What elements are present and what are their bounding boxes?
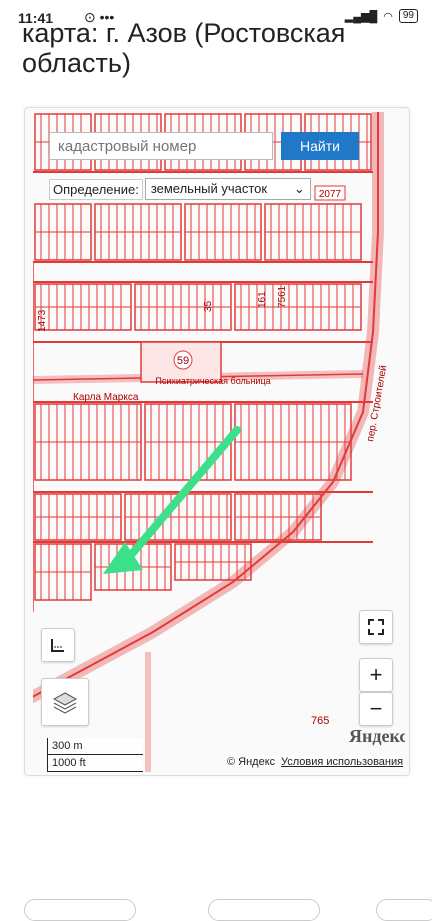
layers-icon <box>52 692 78 714</box>
num-161-label: 161 <box>257 291 268 308</box>
num-765-label: 765 <box>311 715 329 727</box>
definition-label: Определение: <box>49 178 143 200</box>
num-1473-label: 1473 <box>37 309 48 332</box>
fullscreen-icon <box>368 619 384 635</box>
copyright-text: © Яндекс <box>225 756 278 768</box>
scale-imperial: 1000 ft <box>47 755 143 772</box>
layers-button[interactable] <box>41 678 89 726</box>
chevron-down-icon: ⌄ <box>293 181 305 196</box>
street-marksa-label: Карла Маркса <box>73 392 139 403</box>
fullscreen-button[interactable] <box>359 610 393 644</box>
zoom-out-button[interactable]: − <box>359 692 393 726</box>
cadastral-map[interactable]: 59 Психиатрическая больница Карла Маркса… <box>33 112 405 772</box>
bottom-tab-middle[interactable] <box>208 899 320 921</box>
definition-control: Определение: земельный участок ⌄ <box>49 178 311 200</box>
road-2077-label: 2077 <box>319 189 342 200</box>
yandex-logo: Яндекс <box>349 726 405 746</box>
map-card: 59 Психиатрическая больница Карла Маркса… <box>24 107 410 776</box>
map-view[interactable]: 59 Психиатрическая больница Карла Маркса… <box>33 112 405 772</box>
zoom-in-button[interactable]: + <box>359 658 393 692</box>
ruler-button[interactable] <box>41 628 75 662</box>
parcel-59-label: 59 <box>177 355 189 367</box>
hospital-label: Психиатрическая больница <box>155 376 270 386</box>
scale-bar: 300 m 1000 ft <box>47 738 143 772</box>
scale-metric: 300 m <box>47 738 143 755</box>
ruler-icon <box>51 639 64 652</box>
num-35-label: 35 <box>203 300 214 312</box>
page-title: карта: г. Азов (Ростовская область) <box>22 18 346 78</box>
bottom-tab-right[interactable] <box>376 899 432 921</box>
definition-select[interactable]: земельный участок ⌄ <box>144 178 311 200</box>
bottom-tab-left[interactable] <box>24 899 136 921</box>
terms-link[interactable]: Условия использования <box>281 756 404 768</box>
cadastral-search-input[interactable] <box>49 132 273 160</box>
definition-value: земельный участок <box>150 181 268 196</box>
search-button[interactable]: Найти <box>281 132 359 160</box>
num-7561-label: 7561 <box>277 285 288 308</box>
